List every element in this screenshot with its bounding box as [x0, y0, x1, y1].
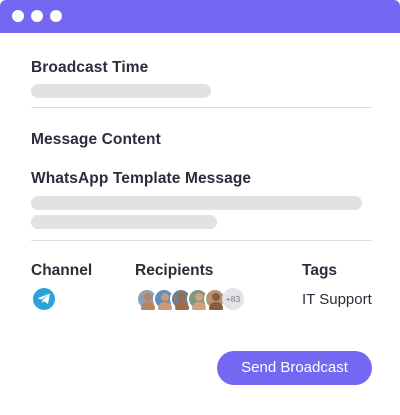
more-recipients-badge[interactable]: +83	[222, 288, 244, 310]
recipients-header: Recipients	[135, 262, 214, 279]
broadcast-time-field[interactable]	[31, 84, 211, 98]
channel-header: Channel	[31, 262, 93, 279]
window-dot-icon	[50, 10, 62, 22]
telegram-icon[interactable]	[33, 288, 55, 310]
window-dot-icon	[31, 10, 43, 22]
template-message-line-1[interactable]	[31, 196, 362, 210]
send-broadcast-button[interactable]: Send Broadcast	[217, 351, 372, 385]
whatsapp-template-label: WhatsApp Template Message	[31, 170, 252, 187]
broadcast-window: Broadcast Time Message Content WhatsApp …	[0, 0, 400, 415]
divider	[31, 107, 372, 108]
window-dot-icon	[12, 10, 24, 22]
paper-plane-icon	[37, 293, 50, 304]
message-content-label: Message Content	[31, 131, 161, 148]
tags-header: Tags	[302, 262, 338, 279]
divider	[31, 240, 372, 241]
tag-value: IT Support	[302, 291, 372, 308]
broadcast-time-label: Broadcast Time	[31, 59, 149, 76]
window-titlebar	[0, 0, 400, 33]
template-message-line-2[interactable]	[31, 215, 217, 229]
